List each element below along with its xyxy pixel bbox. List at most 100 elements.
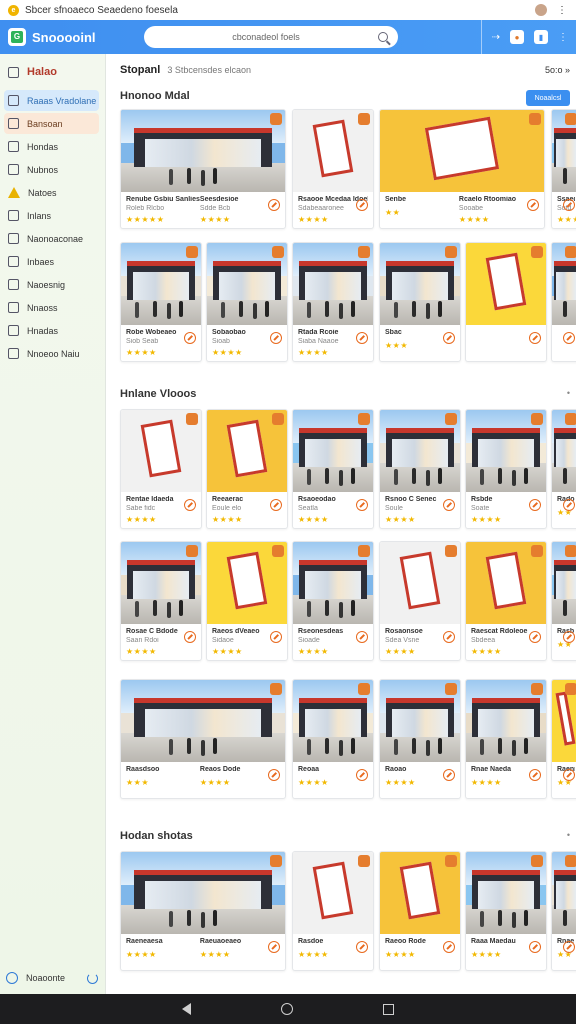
avatar[interactable] [535,4,547,16]
card-image [552,852,576,934]
product-card[interactable]: Reeaerac Eoule elo ★★★★ [206,409,288,529]
favorite-icon[interactable] [443,941,455,953]
product-card[interactable]: Raaa Maedau ★★★★ [465,851,547,971]
favorite-icon[interactable] [356,769,368,781]
product-card[interactable] [551,242,576,362]
home-button-icon[interactable] [281,1003,293,1015]
sidebar-footer[interactable]: Noaoonte [6,972,98,984]
product-card[interactable]: Rentae Idaeda Sabe fidc ★★★★ [120,409,202,529]
product-card[interactable]: Raescat Rdoleoe Sbdeea ★★★★ [465,541,547,661]
search-icon[interactable] [378,32,388,42]
sidebar-item[interactable]: Naonoaconae [4,228,99,249]
favorite-icon[interactable] [443,769,455,781]
favorite-icon[interactable] [356,499,368,511]
product-card[interactable]: Senbe ★★ Rcaelo Rtoomiao Sooabe ★★★★ [379,109,545,229]
product-card[interactable]: SsaedeSotd★★★★ [551,109,576,229]
favorite-icon[interactable] [356,941,368,953]
product-card[interactable]: Rasb ★★ [551,541,576,661]
share-icon[interactable]: ⇢ [492,32,500,43]
search-input[interactable]: cbconadeol foels [144,26,398,48]
product-card[interactable]: Rsaooe Mcedaa IdoelaroeSdabeaaronee★★★★ [292,109,374,229]
favorite-icon[interactable] [529,941,541,953]
favorite-icon[interactable] [563,332,575,344]
favorite-icon[interactable] [529,332,541,344]
favorite-icon[interactable] [184,631,196,643]
favorite-icon[interactable] [563,769,575,781]
favorite-icon[interactable] [184,332,196,344]
favorite-icon[interactable] [270,332,282,344]
favorite-icon[interactable] [356,332,368,344]
sidebar-header[interactable]: Halao [0,54,105,88]
favorite-icon[interactable] [356,631,368,643]
favorite-icon[interactable] [527,199,539,211]
product-card[interactable]: Raeneaesa ★★★★ Raeuaoeaeo ★★★★ [120,851,286,971]
favorite-icon[interactable] [529,769,541,781]
product-card[interactable]: Sbac ★★★ [379,242,461,362]
sidebar-item[interactable]: Nubnos [4,159,99,180]
favorite-icon[interactable] [268,769,280,781]
product-card[interactable]: Reoaa ★★★★ [292,679,374,799]
section-more-icon[interactable]: • [567,830,570,840]
product-card[interactable]: Sobaobao Sioab ★★★★ [206,242,288,362]
product-card[interactable]: Rosae C Bdode Saan Rdoi ★★★★ [120,541,202,661]
notification-icon[interactable]: ● [510,30,524,44]
section-more-icon[interactable]: • [567,388,570,398]
product-card[interactable]: Rado ★★ [551,409,576,529]
badge-icon [270,855,282,867]
favorite-icon[interactable] [443,332,455,344]
back-icon[interactable] [182,1003,191,1015]
product-card[interactable]: Raeos dVeaeo Sidaoe ★★★★ [206,541,288,661]
badge-icon [358,683,370,695]
favorite-icon[interactable] [270,499,282,511]
sidebar-item[interactable]: Nnoeoo Naiu [4,343,99,364]
favorite-icon[interactable] [563,199,575,211]
sidebar-item[interactable]: Hnadas [4,320,99,341]
favorite-icon[interactable] [443,499,455,511]
product-card[interactable]: Rosaonsoe Sdea Vsne ★★★★ [379,541,461,661]
sidebar-item[interactable]: Hondas [4,136,99,157]
favorite-icon[interactable] [563,941,575,953]
sidebar-item[interactable]: Bansoan [4,113,99,134]
favorite-icon[interactable] [529,499,541,511]
product-card[interactable]: Rsbde Soate ★★★★ [465,409,547,529]
favorite-icon[interactable] [184,499,196,511]
product-card[interactable]: Robe Wobeaeo Siob Seab ★★★★ [120,242,202,362]
product-card[interactable]: Raasdsoo ★★★ Reaos Dode ★★★★ [120,679,286,799]
favorite-icon[interactable] [563,631,575,643]
favorite-icon[interactable] [268,199,280,211]
sidebar-item[interactable]: Inbaes [4,251,99,272]
product-card[interactable]: Rtada Rcoie Siaba Naaoe ★★★★ [292,242,374,362]
sidebar-item[interactable]: Nnaoss [4,297,99,318]
favorite-icon[interactable] [529,631,541,643]
sidebar-item[interactable]: Naoesnig [4,274,99,295]
menu-icon[interactable]: ⋮ [558,32,568,43]
favorite-icon[interactable] [356,199,368,211]
settings-icon[interactable] [6,972,18,984]
favorite-icon[interactable] [563,499,575,511]
product-card[interactable]: Rnae Naeda ★★★★ [465,679,547,799]
recent-apps-icon[interactable] [383,1003,394,1015]
more-icon[interactable]: ⋮ [557,5,568,16]
document-icon[interactable]: ▮ [534,30,548,44]
sidebar-item[interactable]: Raaas Vradolane [4,90,99,111]
product-card[interactable]: Rseonesdeas Sioade ★★★★ [292,541,374,661]
product-card[interactable]: Rsaoeodao Seatla ★★★★ [292,409,374,529]
favorite-icon[interactable] [443,631,455,643]
product-card[interactable]: Rnae ★★ [551,851,576,971]
favorite-icon[interactable] [270,631,282,643]
sidebar-item[interactable]: Inlans [4,205,99,226]
product-card[interactable]: Renube Gsbiu Sanlies Roleb Rlcbo ★★★★★ Sees… [120,109,286,229]
product-card[interactable]: Raoao ★★★★ [379,679,461,799]
product-card[interactable] [465,242,547,362]
product-card[interactable]: Rsnoo C Senec Soule ★★★★ [379,409,461,529]
sidebar-item[interactable]: Natoes [4,182,99,203]
favorite-icon[interactable] [268,941,280,953]
product-card[interactable]: Raenn★★ [551,679,576,799]
refresh-icon[interactable] [87,972,98,984]
card-meta: Raeneaesa ★★★★ Raeuaoeaeo ★★★★ [121,934,285,963]
pager[interactable]: 5o:o » [545,65,570,75]
product-card[interactable]: Rasdoe ★★★★ [292,851,374,971]
section-action-button[interactable]: Noaalcsl [526,90,570,106]
product-card[interactable]: Raeoo Rode ★★★★ [379,851,461,971]
badge-icon [358,113,370,125]
